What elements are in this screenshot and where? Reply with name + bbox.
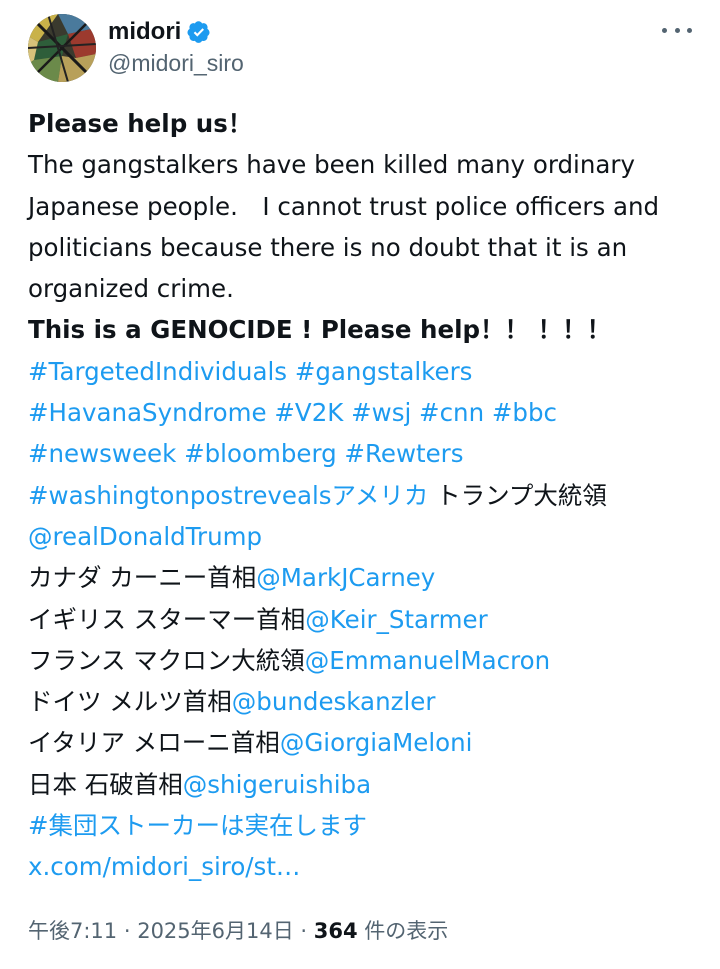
dot-icon — [687, 27, 692, 33]
mention-link[interactable]: @bundeskanzler — [232, 687, 436, 716]
tweet-time[interactable]: 午後7:11 — [28, 919, 117, 943]
dot-icon — [674, 27, 680, 33]
author-display-name[interactable]: midori — [108, 18, 181, 46]
tweet-line: 日本 石破首相@shigeruishiba — [28, 764, 708, 805]
tweet-text-segment: ドイツ メルツ首相 — [28, 687, 232, 717]
hashtag-link[interactable]: #集団ストーカーは実在します — [28, 805, 708, 846]
hashtag-link[interactable]: #washingtonpostrevealsアメリカ — [28, 481, 428, 510]
mention-link[interactable]: @GiorgiaMeloni — [280, 728, 473, 757]
hashtag-line[interactable]: #TargetedIndividuals #gangstalkers — [28, 351, 708, 392]
stained-glass-avatar — [28, 14, 96, 82]
tweet-text-segment: イタリア メローニ首相 — [28, 728, 280, 758]
hashtag-line[interactable]: #newsweek #bloomberg #Rewters — [28, 433, 708, 474]
tweet-line: カナダ カーニー首相@MarkJCarney — [28, 557, 708, 598]
tweet-line: politicians because there is no doubt th… — [28, 232, 628, 262]
mention-link[interactable]: @EmmanuelMacron — [305, 646, 550, 675]
author-name-row[interactable]: midori — [108, 16, 211, 48]
mention-link[interactable]: @shigeruishiba — [183, 770, 371, 799]
tweet-line: Japanese people. I cannot trust police o… — [28, 191, 660, 221]
tweet-line: イギリス スターマー首相@Keir_Starmer — [28, 599, 708, 640]
separator: · — [117, 919, 138, 943]
tweet-line-heading: Please help us！ — [28, 109, 253, 138]
author-handle[interactable]: @midori_siro — [108, 50, 244, 77]
tweet-line: フランス マクロン大統領@EmmanuelMacron — [28, 640, 708, 681]
mention-link[interactable]: @realDonaldTrump — [28, 516, 708, 557]
tweet-line: ドイツ メルツ首相@bundeskanzler — [28, 681, 708, 722]
tweet-text-segment: フランス マクロン大統領 — [28, 645, 305, 675]
mention-link[interactable]: @MarkJCarney — [256, 563, 435, 592]
tweet-text-segment: カナダ カーニー首相 — [28, 563, 257, 593]
tweet-date[interactable]: 2025年6月14日 — [137, 919, 294, 943]
url-link[interactable]: x.com/midori_siro/st… — [28, 846, 708, 887]
mention-link[interactable]: @Keir_Starmer — [305, 605, 487, 634]
separator: · — [293, 919, 314, 943]
tweet-line: #washingtonpostrevealsアメリカ トランプ大統領 — [28, 475, 708, 516]
tweet-text-segment: トランプ大統領 — [428, 480, 607, 510]
tweet-line: The gangstalkers have been killed many o… — [28, 150, 635, 180]
tweet-text-segment: イギリス スターマー首相 — [28, 604, 306, 634]
tweet-line: イタリア メローニ首相@GiorgiaMeloni — [28, 722, 708, 763]
verified-badge-icon[interactable] — [187, 20, 211, 44]
tweet-metadata: 午後7:11 · 2025年6月14日 · 364 件の表示 — [28, 915, 448, 947]
tweet-line: organized crime. — [28, 274, 234, 304]
view-count: 364 — [313, 919, 358, 943]
tweet-text-segment: 日本 石破首相 — [28, 769, 183, 799]
tweet-line-emphasis: This is a GENOCIDE ! Please help！！ ！！！ — [28, 315, 612, 345]
dot-icon — [662, 27, 667, 33]
hashtag-line[interactable]: #HavanaSyndrome #V2K #wsj #cnn #bbc — [28, 392, 708, 433]
avatar[interactable] — [28, 14, 96, 82]
tweet-text: Please help us！ The gangstalkers have be… — [28, 103, 708, 888]
more-options-icon[interactable] — [662, 20, 692, 40]
view-label: 件の表示 — [357, 919, 449, 943]
